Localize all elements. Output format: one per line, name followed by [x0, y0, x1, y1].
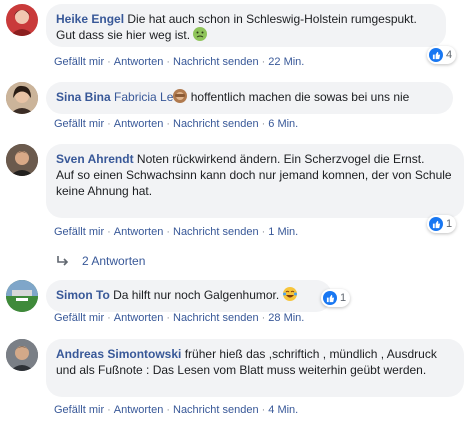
separator: ·	[261, 404, 266, 416]
user-avatar-icon	[6, 280, 38, 312]
comment-actions: Gefällt mir · Antworten · Nachricht senden · 2…	[54, 56, 304, 68]
separator: ·	[166, 404, 170, 416]
avatar[interactable]	[6, 339, 38, 371]
like-link[interactable]: Gefällt mir	[54, 404, 104, 416]
view-replies-link[interactable]: 2 Antworten	[56, 254, 145, 268]
comment-text: Da hilft nur noch Galgenhumor.	[113, 288, 280, 302]
separator: ·	[166, 56, 170, 68]
separator: ·	[261, 226, 266, 238]
avatar[interactable]	[6, 82, 38, 114]
user-avatar-icon	[6, 339, 38, 371]
reply-link[interactable]: Antworten	[114, 118, 164, 130]
timestamp[interactable]: 28 Min.	[268, 312, 304, 324]
like-count: 4	[446, 49, 453, 61]
send-message-link[interactable]: Nachricht senden	[173, 312, 259, 324]
comment-bubble: Andreas Simontowski früher hieß das ,sch…	[46, 339, 464, 397]
user-avatar-icon	[10, 10, 34, 36]
avatar[interactable]	[6, 4, 38, 36]
nauseated-face-emoji-icon	[193, 27, 208, 41]
separator: ·	[261, 56, 266, 68]
like-count-badge[interactable]: 4	[427, 46, 457, 64]
comment-author[interactable]: Sina Bina	[56, 90, 111, 104]
timestamp[interactable]: 22 Min.	[268, 56, 304, 68]
like-link[interactable]: Gefällt mir	[54, 118, 104, 130]
separator: ·	[107, 312, 111, 324]
comment-author[interactable]: Sven Ahrendt	[56, 152, 134, 166]
like-link[interactable]: Gefällt mir	[54, 312, 104, 324]
separator: ·	[107, 118, 111, 130]
avatar[interactable]	[6, 144, 38, 176]
see-no-evil-monkey-emoji-icon	[173, 89, 188, 103]
comment-actions: Gefällt mir · Antworten · Nachricht senden · 6…	[54, 118, 298, 130]
comment-bubble: Heike Engel Die hat auch schon in Schles…	[46, 4, 446, 47]
mention-link[interactable]: Fabricia Le	[114, 90, 173, 104]
like-link[interactable]: Gefällt mir	[54, 226, 104, 238]
like-count-badge[interactable]: 1	[427, 215, 457, 233]
comment-actions: Gefällt mir · Antworten · Nachricht senden · 4…	[54, 404, 298, 416]
comment-bubble: Sina Bina Fabricia Le hoffentlich machen…	[46, 82, 453, 114]
like-count: 1	[446, 218, 453, 230]
send-message-link[interactable]: Nachricht senden	[173, 56, 259, 68]
separator: ·	[261, 118, 266, 130]
separator: ·	[261, 312, 266, 324]
like-link[interactable]: Gefällt mir	[54, 56, 104, 68]
avatar[interactable]	[6, 280, 38, 312]
reply-link[interactable]: Antworten	[114, 404, 164, 416]
user-avatar-icon	[6, 82, 38, 114]
comment-actions: Gefällt mir · Antworten · Nachricht senden · 1…	[54, 226, 298, 238]
comment-author[interactable]: Simon To	[56, 288, 110, 302]
reply-link[interactable]: Antworten	[114, 56, 164, 68]
send-message-link[interactable]: Nachricht senden	[173, 118, 259, 130]
thumbs-up-icon	[323, 291, 337, 305]
user-avatar-icon	[6, 144, 38, 176]
timestamp[interactable]: 4 Min.	[268, 404, 298, 416]
comment-author[interactable]: Heike Engel	[56, 12, 124, 26]
timestamp[interactable]: 1 Min.	[268, 226, 298, 238]
reply-link[interactable]: Antworten	[114, 312, 164, 324]
separator: ·	[107, 404, 111, 416]
replies-count[interactable]: 2 Antworten	[82, 254, 145, 268]
comment-bubble: Sven Ahrendt Noten rückwirkend ändern. E…	[46, 144, 464, 218]
comment-text: Noten rückwirkend ändern. Ein Scherzvoge…	[136, 152, 425, 166]
thumbs-up-icon	[429, 48, 443, 62]
separator: ·	[166, 312, 170, 324]
face-with-tears-of-joy-emoji-icon	[282, 287, 297, 301]
reply-link[interactable]: Antworten	[114, 226, 164, 238]
separator: ·	[166, 118, 170, 130]
comment-author[interactable]: Andreas Simontowski	[56, 347, 181, 361]
comment-bubble: Simon To Da hilft nur noch Galgenhumor.	[46, 280, 332, 312]
comment-text-continued: Auf so einen Schwachsinn kann doch nur j…	[56, 168, 452, 198]
like-count-badge[interactable]: 1	[321, 289, 351, 307]
separator: ·	[107, 56, 111, 68]
reply-arrow-icon	[57, 256, 69, 266]
separator: ·	[166, 226, 170, 238]
comment-text: hoffentlich machen die sowas bei uns nie	[190, 90, 410, 104]
like-count: 1	[340, 292, 347, 304]
thumbs-up-icon	[429, 217, 443, 231]
separator: ·	[107, 226, 111, 238]
send-message-link[interactable]: Nachricht senden	[173, 226, 259, 238]
send-message-link[interactable]: Nachricht senden	[173, 404, 259, 416]
comment-actions: Gefällt mir · Antworten · Nachricht senden · 2…	[54, 312, 304, 324]
timestamp[interactable]: 6 Min.	[268, 118, 298, 130]
